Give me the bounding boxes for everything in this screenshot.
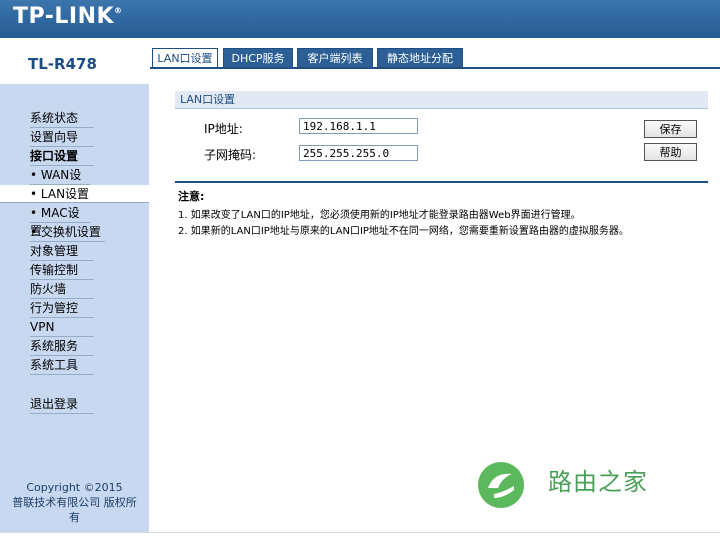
copyright-line: Copyright ©2015 (26, 481, 123, 494)
section-title: LAN口设置 (175, 91, 708, 109)
model-name: TL-R478 (28, 55, 97, 73)
sidebar-item-interface-settings[interactable]: 接口设置 (30, 147, 94, 166)
tab-client-list[interactable]: 客户端列表 (297, 48, 373, 67)
sidebar-item-firewall[interactable]: 防火墙 (30, 280, 94, 299)
note-item: 1. 如果改变了LAN口的IP地址，您必须使用新的IP地址才能登录路由器Web界… (178, 210, 581, 221)
sidebar-item-vpn[interactable]: VPN (30, 318, 94, 337)
sidebar-item-wan[interactable]: • WAN设置 (30, 166, 90, 200)
section-divider (175, 181, 708, 183)
copyright-line: 普联技术有限公司 版权所 (12, 496, 137, 509)
header-bar: TP-LINK® (0, 0, 720, 38)
subnet-mask-label: 子网掩码: (204, 148, 257, 162)
sidebar-item-transmission-control[interactable]: 传输控制 (30, 261, 94, 280)
copyright-line: 有 (69, 511, 80, 524)
tab-lan-settings[interactable]: LAN口设置 (152, 48, 218, 69)
help-button[interactable]: 帮助 (644, 143, 697, 161)
note-item: 2. 如果新的LAN口IP地址与原来的LAN口IP地址不在同一网络，您需要重新设… (178, 226, 629, 237)
sidebar-item-mac[interactable]: • MAC设置 (30, 204, 90, 238)
sidebar-item-system-services[interactable]: 系统服务 (30, 337, 94, 356)
sidebar-item-lan[interactable]: • LAN设置 (0, 185, 149, 203)
watermark-text: 路由之家 (548, 468, 648, 496)
subnet-mask-input[interactable] (299, 145, 418, 161)
sidebar-item-switch[interactable]: • 交换机设置 (30, 223, 105, 242)
tab-underline (150, 67, 720, 69)
brand-logo: TP-LINK® (13, 4, 123, 29)
sidebar-item-system-tools[interactable]: 系统工具 (30, 356, 94, 375)
ip-address-input[interactable] (299, 118, 418, 134)
sidebar-item-behavior-control[interactable]: 行为管控 (30, 299, 94, 318)
sidebar: 系统状态 设置向导 接口设置 • WAN设置 • LAN设置 • MAC设置 •… (0, 84, 149, 532)
tab-static-address[interactable]: 静态地址分配 (377, 48, 463, 67)
tab-dhcp-service[interactable]: DHCP服务 (223, 48, 293, 67)
lan-settings-panel: LAN口设置 (175, 91, 708, 182)
watermark-logo-icon (478, 462, 524, 508)
sidebar-item-system-status[interactable]: 系统状态 (30, 109, 94, 128)
copyright: Copyright ©2015 普联技术有限公司 版权所 有 (0, 480, 149, 525)
save-button[interactable]: 保存 (644, 120, 697, 138)
sidebar-item-setup-wizard[interactable]: 设置向导 (30, 128, 94, 147)
sidebar-item-logout[interactable]: 退出登录 (30, 395, 94, 414)
sidebar-item-object-management[interactable]: 对象管理 (30, 242, 94, 261)
notes-title: 注意: (178, 190, 205, 203)
ip-address-label: IP地址: (204, 122, 243, 136)
